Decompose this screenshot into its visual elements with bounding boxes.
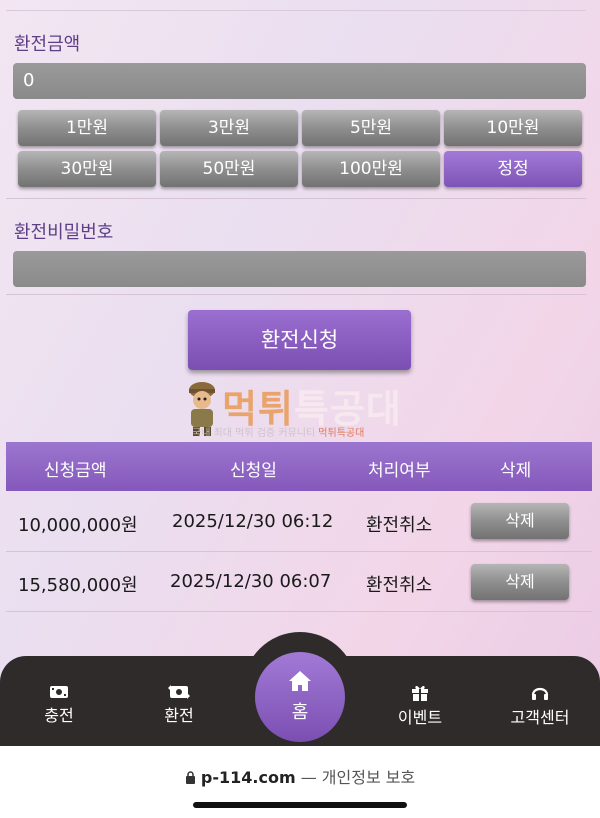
logo-subtitle: 국내 최대 먹튀 검증 커뮤니티 먹튀특공대 bbox=[192, 428, 365, 439]
nav-exchange[interactable]: 환전 bbox=[139, 684, 219, 726]
reset-button[interactable]: 정정 bbox=[444, 151, 582, 187]
row-date: 2025/12/30 06:07 bbox=[170, 571, 332, 592]
row-date: 2025/12/30 06:12 bbox=[172, 511, 334, 532]
amount-5man-button[interactable]: 5만원 bbox=[302, 110, 440, 146]
amount-10man-button[interactable]: 10만원 bbox=[444, 110, 582, 146]
row-status: 환전취소 bbox=[366, 515, 433, 536]
table-row: 10,000,000원 2025/12/30 06:12 환전취소 삭제 bbox=[6, 492, 592, 550]
delete-button[interactable]: 삭제 bbox=[471, 503, 569, 539]
home-indicator[interactable] bbox=[193, 802, 407, 808]
top-divider bbox=[6, 10, 586, 11]
section-divider bbox=[6, 294, 586, 295]
nav-charge-label: 충전 bbox=[44, 706, 74, 725]
headset-icon bbox=[531, 687, 549, 700]
amount-1man-button[interactable]: 1만원 bbox=[18, 110, 156, 146]
nav-event[interactable]: 이벤트 bbox=[380, 684, 460, 728]
cash-exchange-icon bbox=[168, 685, 190, 699]
header-status: 처리여부 bbox=[368, 461, 431, 481]
row-amount: 10,000,000원 bbox=[18, 515, 138, 536]
delete-button[interactable]: 삭제 bbox=[471, 564, 569, 600]
lock-icon bbox=[185, 771, 195, 784]
gift-icon bbox=[412, 685, 428, 701]
nav-charge[interactable]: 충전 bbox=[19, 684, 99, 726]
password-label: 환전비밀번호 bbox=[14, 222, 114, 243]
nav-support[interactable]: 고객센터 bbox=[498, 684, 582, 728]
cash-icon bbox=[50, 686, 68, 698]
amount-label: 환전금액 bbox=[14, 34, 81, 55]
nav-event-label: 이벤트 bbox=[397, 708, 443, 727]
header-delete: 삭제 bbox=[500, 461, 532, 481]
amount-100man-button[interactable]: 100만원 bbox=[302, 151, 440, 187]
browser-address-bar: p-114.com — 개인정보 보호 bbox=[0, 746, 600, 818]
nav-home[interactable]: 홈 bbox=[255, 652, 345, 742]
section-divider bbox=[6, 198, 586, 199]
history-table-header: 신청금액 신청일 처리여부 삭제 bbox=[6, 442, 592, 491]
amount-3man-button[interactable]: 3만원 bbox=[160, 110, 298, 146]
watermark-logo: 먹튀특공대 국내 최대 먹튀 검증 커뮤니티 먹튀특공대 bbox=[182, 378, 422, 440]
privacy-text: — 개인정보 보호 bbox=[295, 768, 416, 787]
nav-exchange-label: 환전 bbox=[164, 706, 194, 725]
amount-50man-button[interactable]: 50만원 bbox=[160, 151, 298, 187]
password-input[interactable] bbox=[13, 251, 586, 287]
header-amount: 신청금액 bbox=[44, 461, 107, 481]
amount-30man-button[interactable]: 30만원 bbox=[18, 151, 156, 187]
header-date: 신청일 bbox=[230, 461, 277, 481]
home-icon bbox=[289, 671, 311, 691]
nav-support-label: 고객센터 bbox=[510, 708, 570, 727]
row-divider bbox=[6, 611, 592, 612]
row-status: 환전취소 bbox=[366, 575, 433, 596]
url-domain: p-114.com bbox=[200, 768, 296, 787]
table-row: 15,580,000원 2025/12/30 06:07 환전취소 삭제 bbox=[6, 552, 592, 610]
amount-input[interactable]: 0 bbox=[13, 63, 586, 99]
exchange-submit-button[interactable]: 환전신청 bbox=[188, 310, 411, 370]
nav-home-label: 홈 bbox=[291, 702, 309, 723]
row-amount: 15,580,000원 bbox=[18, 575, 138, 596]
url-display[interactable]: p-114.com — 개인정보 보호 bbox=[0, 764, 600, 788]
